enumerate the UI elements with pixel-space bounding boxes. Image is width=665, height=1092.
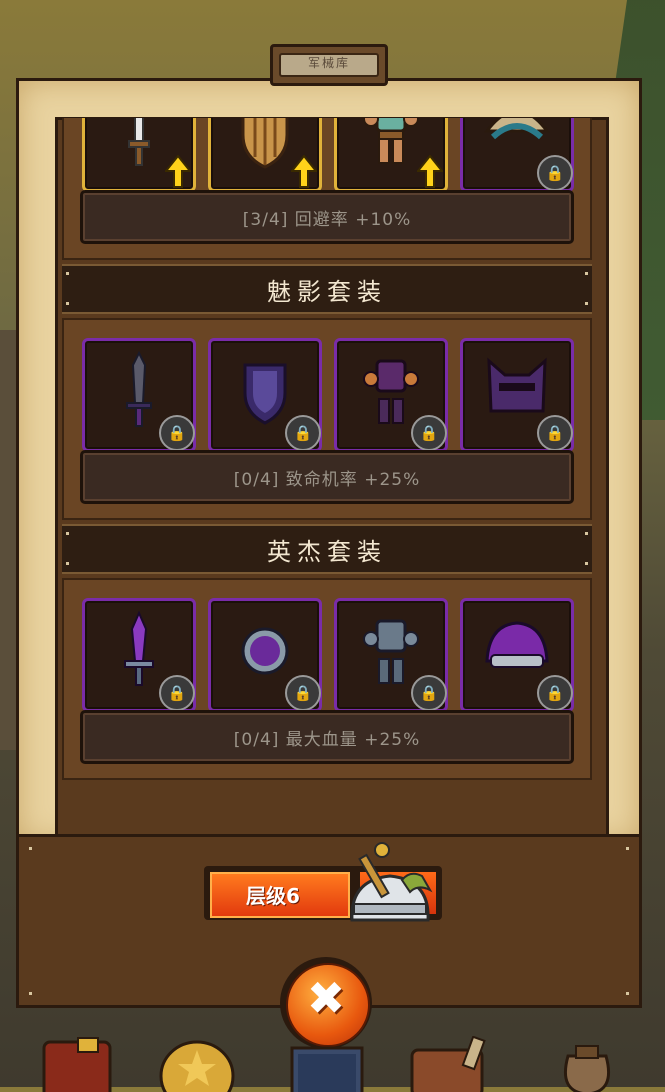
equip-slot-shield[interactable]: 🔒 [208, 338, 322, 452]
lock-icon: 🔒 [159, 675, 195, 711]
upgrade-arrow-icon [165, 155, 191, 188]
equip-slot-helmet[interactable]: 🔒 [460, 118, 574, 192]
set-section-3: 🔒 🔒 🔒 🔒 [0/4] 最大血量 +25% [62, 578, 592, 780]
armory-icon[interactable] [288, 1036, 366, 1092]
lock-icon: 🔒 [411, 675, 447, 711]
set-bonus-2: [0/4] 致命机率 +25% [80, 450, 574, 504]
set-header-2: 魅影套装 [62, 264, 592, 314]
lock-icon: 🔒 [537, 415, 573, 451]
loot-bag-icon[interactable] [548, 1036, 626, 1092]
lock-icon: 🔒 [537, 675, 573, 711]
level-label: 层级6 [246, 884, 300, 908]
lock-icon: 🔒 [285, 675, 321, 711]
lock-icon: 🔒 [537, 155, 573, 191]
set-header-3: 英杰套装 [62, 524, 592, 574]
window-title-plate: 军械库 [270, 44, 388, 86]
equip-slot-sword[interactable]: 🔒 [82, 338, 196, 452]
equip-slot-armor[interactable]: 🔒 [334, 598, 448, 712]
gold-coin-icon[interactable] [158, 1036, 236, 1092]
set-bonus-1: [3/4] 回避率 +10% [80, 190, 574, 244]
upgrade-arrow-icon [291, 155, 317, 188]
book-icon[interactable] [38, 1036, 116, 1092]
lock-icon: 🔒 [159, 415, 195, 451]
equip-slot-sword[interactable]: 🔒 [82, 598, 196, 712]
upgrade-arrow-icon [417, 155, 443, 188]
set-section-2: 🔒 🔒 🔒 🔒 [0/4] 致命机率 +25% [62, 318, 592, 520]
equip-slot-helmet[interactable]: 🔒 [460, 598, 574, 712]
close-icon: ✖ [306, 971, 346, 1025]
knight-helmet-icon [350, 842, 433, 922]
set-name: 英杰套装 [267, 538, 387, 566]
equip-slot-dagger[interactable] [82, 118, 196, 192]
equip-slot-shield[interactable] [208, 118, 322, 192]
set-name: 魅影套装 [267, 278, 387, 306]
equip-slot-helmet[interactable]: 🔒 [460, 338, 574, 452]
bottom-tab-bar [0, 1030, 665, 1092]
lock-icon: 🔒 [285, 415, 321, 451]
set-section-1: 🔒 [3/4] 回避率 +10% [62, 118, 592, 260]
equip-slot-armor[interactable]: 🔒 [334, 338, 448, 452]
equip-slot-shield[interactable]: 🔒 [208, 598, 322, 712]
set-bonus-3: [0/4] 最大血量 +25% [80, 710, 574, 764]
set-list[interactable]: 🔒 [3/4] 回避率 +10% 魅影套装 🔒 🔒 🔒 🔒 [0/4] 致命机率… [62, 118, 592, 834]
window-title: 军械库 [279, 53, 379, 77]
treasure-chest-icon[interactable] [408, 1036, 486, 1092]
lock-icon: 🔒 [411, 415, 447, 451]
equip-slot-armor[interactable] [334, 118, 448, 192]
